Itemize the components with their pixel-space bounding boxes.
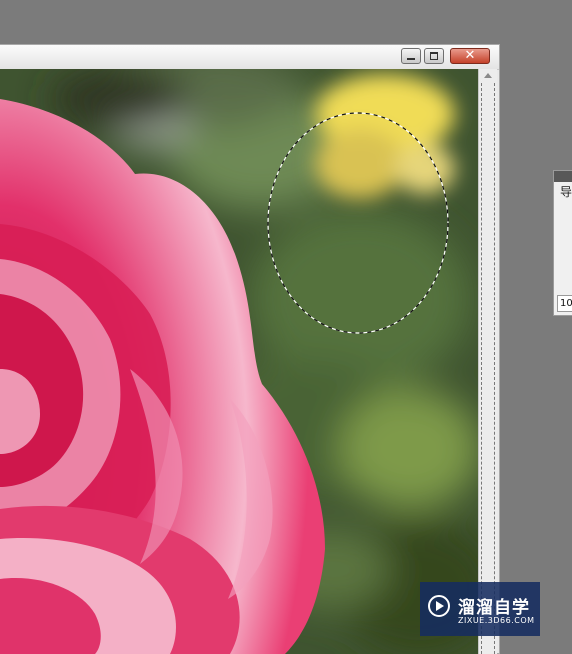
watermark: 溜溜自学 ZIXUE.3D66.COM (420, 582, 540, 636)
close-button[interactable]: ✕ (450, 48, 490, 64)
rose-photo (0, 69, 478, 654)
window-titlebar[interactable]: ✕ (0, 45, 499, 70)
panel-title: 导 (560, 185, 572, 199)
scroll-up-icon[interactable] (484, 73, 492, 78)
maximize-button[interactable] (424, 48, 444, 64)
watermark-url: ZIXUE.3D66.COM (458, 616, 535, 625)
close-icon: ✕ (464, 48, 476, 63)
play-logo-icon (428, 595, 450, 617)
scroll-track[interactable] (481, 83, 495, 654)
minimize-button[interactable] (401, 48, 421, 64)
side-panel: 导 100 (553, 170, 572, 316)
panel-header[interactable] (554, 171, 572, 182)
vertical-scrollbar[interactable] (478, 69, 497, 654)
watermark-name: 溜溜自学 (458, 598, 530, 618)
panel-value-field[interactable]: 100 (557, 295, 572, 312)
image-canvas[interactable] (0, 69, 478, 654)
